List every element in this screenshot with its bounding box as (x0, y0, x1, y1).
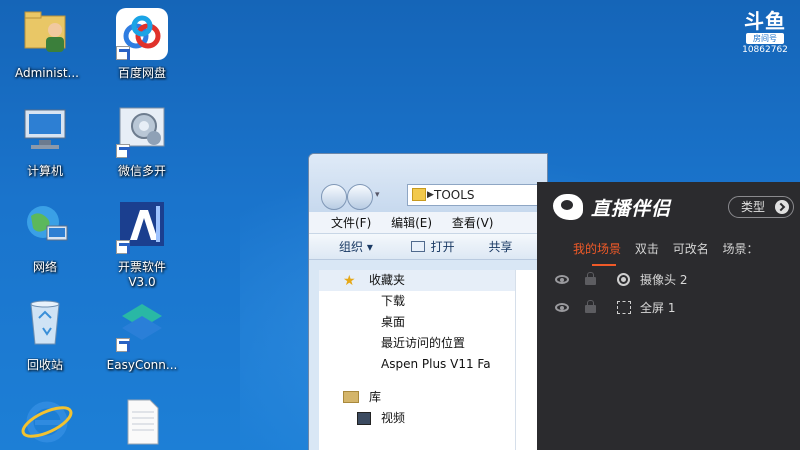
tab-scene[interactable]: 场景： (723, 242, 759, 256)
navigation-pane: ★ 收藏夹 下载 桌面 最近访问的位置 Aspen Plus V11 Fa 库 … (319, 270, 515, 450)
type-dropdown-button[interactable]: 类型 (728, 196, 794, 218)
live-logo-icon (553, 194, 583, 220)
live-title: 直播伴侣 (591, 198, 672, 220)
source-label: 摄像头 2 (640, 273, 688, 287)
desktop-icon-recycle-bin[interactable]: 回收站 (0, 298, 90, 373)
desktop-icon-wechat-multi[interactable]: 微信多开 (97, 104, 187, 179)
tab-rename[interactable]: 可改名 (673, 242, 709, 256)
forward-button[interactable] (347, 184, 373, 210)
wechat-multi-icon (114, 104, 170, 160)
shortcut-arrow-icon (116, 240, 130, 254)
ie-icon (19, 396, 75, 450)
menu-view[interactable]: 查看(V) (452, 216, 494, 230)
nav-label: 桌面 (381, 315, 406, 329)
live-header: 直播伴侣 类型 (537, 182, 800, 232)
menu-file[interactable]: 文件(F) (331, 216, 371, 230)
lock-icon[interactable] (585, 300, 596, 313)
visibility-eye-icon[interactable] (555, 275, 569, 284)
douyu-room-badge: 斗鱼 房间号 10862762 (740, 10, 790, 56)
type-label: 类型 (741, 200, 766, 214)
open-icon (410, 241, 425, 252)
desktop-icon-baidu-netdisk[interactable]: 百度网盘 (97, 6, 187, 81)
live-companion-panel: 直播伴侣 类型 我的场景 双击 可改名 场景： 摄像头 2 全屏 1 (537, 182, 800, 450)
desktop-icon-label: 开票软件 V3.0 (117, 260, 166, 289)
tab-double-click[interactable]: 双击 (635, 242, 659, 256)
back-button[interactable] (321, 184, 347, 210)
desktop-icon-text-file[interactable] (97, 396, 187, 450)
tab-my-scenes[interactable]: 我的场景 (573, 242, 621, 256)
invoice-software-icon (114, 200, 170, 256)
desktop-icon-network[interactable]: 网络 (0, 200, 90, 275)
breadcrumb-arrow-icon[interactable]: ▶ (427, 185, 434, 205)
recycle-bin-icon (17, 298, 73, 354)
fullscreen-icon (617, 301, 631, 314)
lock-icon[interactable] (585, 272, 596, 285)
scene-tabs: 我的场景 双击 可改名 场景： (573, 240, 769, 257)
desktop-icon-label: 微信多开 (117, 164, 166, 178)
star-icon: ★ (343, 273, 356, 289)
nav-favorites[interactable]: ★ 收藏夹 (319, 270, 515, 291)
source-label: 全屏 1 (640, 301, 676, 315)
nav-desktop[interactable]: 桌面 (319, 312, 515, 333)
source-item-fullscreen[interactable]: 全屏 1 (555, 298, 795, 318)
menu-edit[interactable]: 编辑(E) (391, 216, 432, 230)
nav-label: Aspen Plus V11 Fa (381, 357, 491, 371)
folder-icon (412, 188, 426, 201)
explorer-titlebar: ▾ ▶ TOOLS (309, 154, 547, 212)
desktop-icon-label: EasyConn... (106, 358, 178, 372)
chevron-down-icon (775, 200, 789, 214)
shortcut-arrow-icon (116, 46, 130, 60)
desktop-icon-easyconnect[interactable]: EasyConn... (97, 298, 187, 373)
desktop-icon-label: Administ... (15, 66, 79, 80)
organize-button[interactable]: 组织 ▾ (339, 240, 373, 254)
video-icon (357, 412, 371, 425)
history-dropdown-icon[interactable]: ▾ (375, 190, 380, 200)
shortcut-arrow-icon (116, 144, 130, 158)
nav-recent[interactable]: 最近访问的位置 (319, 333, 515, 354)
library-icon (343, 391, 359, 403)
nav-label: 收藏夹 (369, 273, 406, 287)
text-file-icon (114, 396, 170, 450)
nav-library[interactable]: 库 (319, 387, 515, 408)
nav-label: 最近访问的位置 (381, 336, 466, 350)
network-icon (17, 200, 73, 256)
room-number: 10862762 (742, 45, 788, 55)
share-button[interactable]: 共享 (489, 240, 513, 254)
computer-icon (17, 104, 73, 160)
nav-aspen[interactable]: Aspen Plus V11 Fa (319, 354, 515, 375)
desktop-icon-ie[interactable] (2, 396, 92, 450)
nav-videos[interactable]: 视频 (319, 408, 515, 429)
easyconnect-icon (114, 298, 170, 354)
desktop-icon-label: 计算机 (26, 164, 63, 178)
address-bar[interactable]: ▶ TOOLS (407, 184, 547, 206)
shortcut-arrow-icon (116, 338, 130, 352)
visibility-eye-icon[interactable] (555, 303, 569, 312)
desktop-icon-label: 百度网盘 (117, 66, 166, 80)
explorer-window[interactable]: ▾ ▶ TOOLS 文件(F) 编辑(E) 查看(V) 组织 ▾ 打开 共享 ★… (308, 153, 548, 450)
menu-bar: 文件(F) 编辑(E) 查看(V) (309, 212, 547, 234)
nav-downloads[interactable]: 下载 (319, 291, 515, 312)
address-text: TOOLS (434, 188, 475, 202)
active-tab-underline (592, 264, 616, 266)
nav-label: 下载 (381, 294, 406, 308)
source-item-camera[interactable]: 摄像头 2 (555, 270, 795, 290)
command-bar: 组织 ▾ 打开 共享 (309, 234, 547, 260)
desktop-icon-label: 回收站 (26, 358, 63, 372)
desktop-icon-label: 网络 (32, 260, 57, 274)
user-folder-icon (19, 6, 75, 62)
open-button[interactable]: 打开 (410, 240, 455, 254)
camera-icon (617, 273, 630, 286)
desktop-icon-administrator[interactable]: Administ... (2, 6, 92, 81)
open-label: 打开 (430, 240, 455, 254)
douyu-logo: 斗鱼 (744, 9, 786, 33)
room-label: 房间号 (746, 33, 784, 44)
baidu-netdisk-icon (114, 6, 170, 62)
desktop-icon-invoice-software[interactable]: 开票软件 V3.0 (97, 200, 187, 290)
desktop-icon-computer[interactable]: 计算机 (0, 104, 90, 179)
